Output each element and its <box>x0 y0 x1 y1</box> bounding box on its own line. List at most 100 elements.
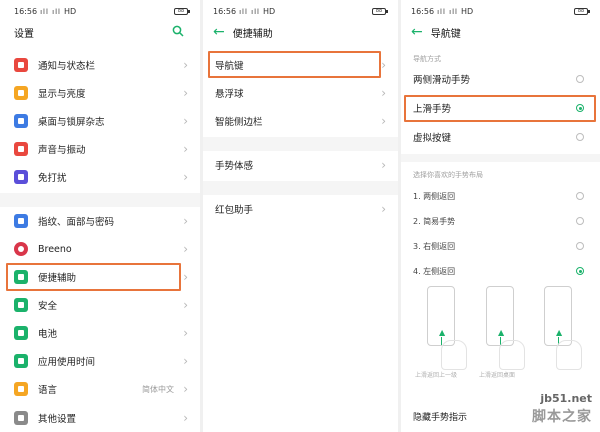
signal-icon: ıll ıll <box>40 7 61 16</box>
menu-item-label: 智能侧边栏 <box>215 117 263 128</box>
settings-item-label: 语言 <box>38 385 58 396</box>
menu-item-label: 红包助手 <box>215 205 254 216</box>
layout-option[interactable]: 3. 右侧返回 <box>401 233 600 259</box>
chevron-right-icon: › <box>183 242 188 256</box>
moon-icon <box>14 170 28 184</box>
chevron-right-icon: › <box>183 298 188 312</box>
chevron-right-icon: › <box>381 202 386 216</box>
settings-item-label: 免打扰 <box>38 173 67 184</box>
settings-item-app-time[interactable]: 应用使用时间 › <box>0 347 200 375</box>
gesture-caption: 上滑返回上一级 <box>415 372 458 379</box>
battery-icon <box>14 326 28 340</box>
settings-item-label: 电池 <box>38 329 58 340</box>
settings-item-label: 桌面与锁屏杂志 <box>38 117 105 128</box>
menu-item-label: 手势体感 <box>215 161 254 172</box>
chevron-right-icon: › <box>183 86 188 100</box>
chevron-right-icon: › <box>183 214 188 228</box>
menu-item-smart-sidebar[interactable]: 智能侧边栏 › <box>203 107 398 135</box>
section-title-gesture-layout: 选择你喜欢的手势布局 <box>413 171 483 179</box>
radio-button[interactable] <box>576 192 584 200</box>
chevron-right-icon: › <box>381 86 386 100</box>
menu-item-red-packet[interactable]: 红包助手 › <box>203 195 398 223</box>
chevron-right-icon: › <box>183 270 188 284</box>
menu-item-gestures[interactable]: 手势体感 › <box>203 151 398 179</box>
radio-button[interactable] <box>576 242 584 250</box>
hand-icon <box>556 340 582 370</box>
chevron-right-icon: › <box>183 354 188 368</box>
chevron-right-icon: › <box>183 411 188 425</box>
accessibility-panel: 16:56 ıll ıll HD 88 ← 便捷辅助 导航键 › 悬浮球 › 智… <box>203 0 398 432</box>
option-label: 虚拟按键 <box>413 133 452 144</box>
arrow-up-icon: ▲ <box>498 328 505 345</box>
watermark-logo: 脚本之家 <box>532 409 592 425</box>
page-title: 导航键 <box>430 28 461 40</box>
section-divider <box>203 181 398 195</box>
status-time: 16:56 <box>14 7 38 16</box>
back-arrow-icon[interactable]: ← <box>213 25 225 39</box>
nav-mode-option[interactable]: 虚拟按键 <box>401 124 600 150</box>
settings-item-label: 显示与亮度 <box>38 89 86 100</box>
app-time-icon <box>14 354 28 368</box>
arrow-up-icon: ▲ <box>439 328 446 345</box>
radio-button[interactable] <box>576 75 584 83</box>
back-arrow-icon[interactable]: ← <box>411 25 423 39</box>
menu-item-floating-ball[interactable]: 悬浮球 › <box>203 79 398 107</box>
battery-icon: 88 <box>574 8 590 15</box>
sound-icon <box>14 142 28 156</box>
settings-item-label: 声音与振动 <box>38 145 86 156</box>
settings-item-fingerprint[interactable]: 指纹、面部与密码 › <box>0 207 200 235</box>
hand-icon <box>499 340 525 370</box>
settings-item-other[interactable]: 其他设置 › <box>0 404 200 432</box>
settings-item-language[interactable]: 语言 简体中文 › <box>0 375 200 403</box>
network-label: HD <box>460 7 474 16</box>
settings-item-dnd[interactable]: 免打扰 › <box>0 163 200 191</box>
settings-item-label: 安全 <box>38 301 58 312</box>
network-label: HD <box>63 7 77 16</box>
layout-option[interactable]: 1. 两侧返回 <box>401 183 600 209</box>
highlight-box <box>208 51 381 78</box>
layout-option[interactable]: 4. 左侧返回 <box>401 258 600 284</box>
option-label: 2. 简易手势 <box>413 216 456 226</box>
page-header: 设置 <box>14 22 188 42</box>
chevron-right-icon: › <box>183 170 188 184</box>
gesture-preview-phone: ▲ <box>486 286 514 346</box>
status-time: 16:56 <box>213 7 237 16</box>
section-title-nav-mode: 导航方式 <box>413 55 441 63</box>
option-label: 1. 两侧返回 <box>413 191 456 201</box>
watermark-url: jb51.net <box>540 392 592 405</box>
hide-gesture-indicator[interactable]: 隐藏手势指示 <box>413 410 467 423</box>
search-icon[interactable] <box>172 25 184 37</box>
settings-item-battery[interactable]: 电池 › <box>0 319 200 347</box>
chevron-right-icon: › <box>381 58 386 72</box>
battery-icon: 88 <box>372 8 388 15</box>
radio-button[interactable] <box>576 217 584 225</box>
wallpaper-icon <box>14 114 28 128</box>
page-header: ← 便捷辅助 <box>213 22 386 42</box>
menu-item-label: 悬浮球 <box>215 89 244 100</box>
chevron-right-icon: › <box>183 382 188 396</box>
page-title: 设置 <box>14 28 34 40</box>
page-header: ← 导航键 <box>411 22 588 42</box>
settings-item-label: 应用使用时间 <box>38 357 96 368</box>
radio-button[interactable] <box>576 133 584 141</box>
settings-item-wallpaper[interactable]: 桌面与锁屏杂志 › <box>0 107 200 135</box>
layout-option[interactable]: 2. 简易手势 <box>401 208 600 234</box>
settings-item-display[interactable]: 显示与亮度 › <box>0 79 200 107</box>
option-label: 4. 左侧返回 <box>413 266 456 276</box>
settings-item-security[interactable]: 安全 › <box>0 291 200 319</box>
chevron-right-icon: › <box>183 142 188 156</box>
settings-item-breeno[interactable]: Breeno › <box>0 235 200 263</box>
section-divider <box>203 137 398 151</box>
settings-item-notifications[interactable]: 通知与状态栏 › <box>0 51 200 79</box>
network-label: HD <box>262 7 276 16</box>
gesture-preview-phone: ▲ <box>427 286 455 346</box>
language-icon <box>14 382 28 396</box>
status-bar: 16:56 ıll ıll HD 88 <box>213 6 388 20</box>
navigation-keys-panel: 16:56 ıll ıll HD 88 ← 导航键 导航方式 两侧滑动手势 上滑… <box>401 0 600 432</box>
more-settings-icon <box>14 411 28 425</box>
settings-item-sound[interactable]: 声音与振动 › <box>0 135 200 163</box>
settings-item-label: 通知与状态栏 <box>38 61 96 72</box>
highlight-box <box>6 263 181 291</box>
radio-button-selected[interactable] <box>576 267 584 275</box>
nav-mode-option[interactable]: 两侧滑动手势 <box>401 66 600 92</box>
